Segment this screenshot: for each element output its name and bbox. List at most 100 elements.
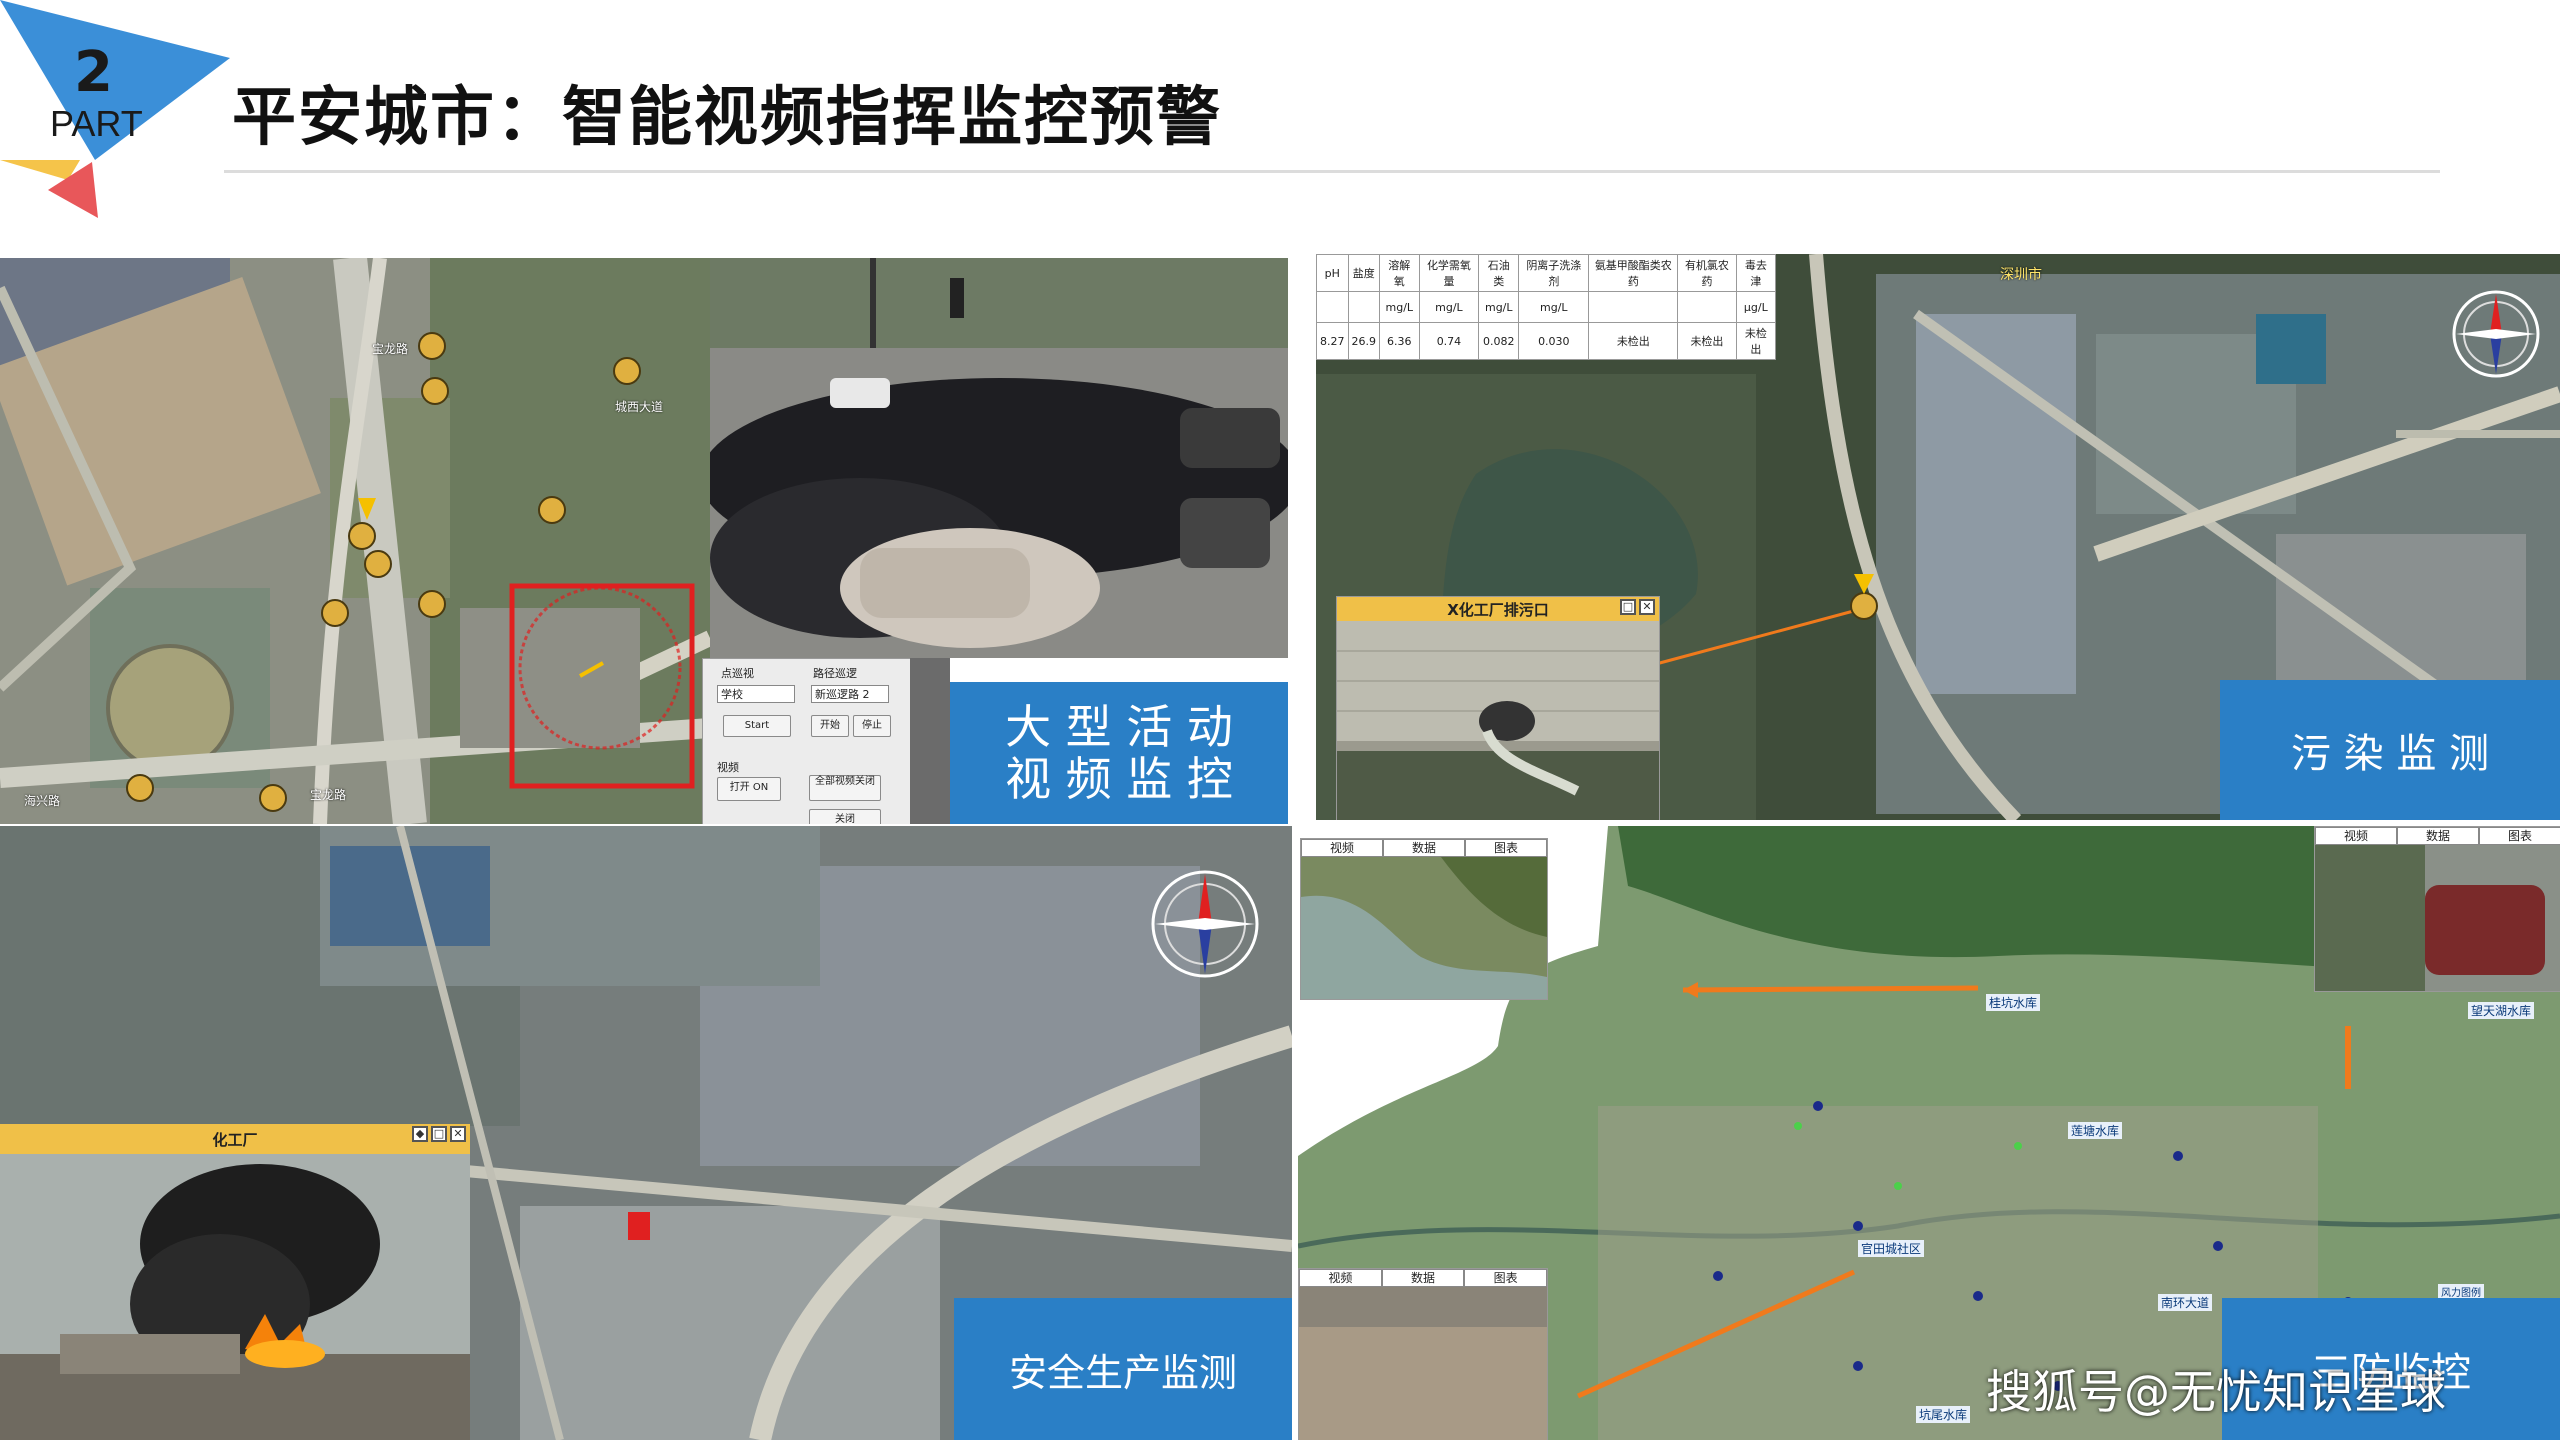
crowd-label-line2: 视 频 监 控 — [1005, 752, 1233, 806]
crowd-label-line1: 大 型 活 动 — [1005, 700, 1233, 754]
camera-pin-icon — [418, 332, 446, 360]
pollution-monitor-label: 污 染 监 测 — [2220, 680, 2560, 820]
crowd-monitor-label: 大 型 活 动 视 频 监 控 — [950, 682, 1288, 824]
tab-video[interactable]: 视频 — [2315, 827, 2397, 845]
camera-pin-icon — [418, 590, 446, 618]
camera-pin-icon — [421, 377, 449, 405]
maximize-icon[interactable]: □ — [431, 1126, 447, 1142]
outfall-video-feed — [1337, 621, 1659, 820]
safety-monitor-label: 安全生产监测 — [954, 1298, 1292, 1440]
path-select[interactable]: 新巡逻路 2 — [811, 685, 889, 703]
camera-pin-icon — [126, 774, 154, 802]
close-icon[interactable]: ✕ — [1639, 599, 1655, 615]
tab-data[interactable]: 数据 — [1381, 1269, 1465, 1287]
table-header: 盐度 — [1347, 254, 1380, 292]
popup-title-bar: 化工厂 ◆ □ ✕ — [0, 1124, 470, 1154]
table-cell: 6.36 — [1379, 322, 1420, 360]
table-cell: 0.082 — [1478, 322, 1520, 360]
compass-icon — [2452, 290, 2540, 378]
road-label: 宝龙路 — [310, 788, 347, 802]
table-unit — [1677, 291, 1737, 323]
table-cell: 0.74 — [1418, 322, 1480, 360]
table-header: 毒去津 — [1735, 254, 1777, 292]
camera-pin-icon — [364, 550, 392, 578]
table-cell: 未检出 — [1735, 322, 1777, 360]
place-label: 坑尾水库 — [1916, 1406, 1971, 1423]
video-label: 视频 — [717, 761, 739, 774]
water-quality-table: pH 盐度 溶解氧 化学需氧量 石油类 阴离子洗涤剂 氨基甲酸酯类农药 有机氯农… — [1316, 254, 1777, 360]
maximize-icon[interactable]: □ — [1620, 599, 1636, 615]
begin-button[interactable]: 开始 — [811, 715, 849, 737]
outfall-video-popup[interactable]: X化工厂排污口 □ ✕ — [1336, 596, 1660, 820]
school-field[interactable]: 学校 — [717, 685, 795, 703]
popup-title-bar: X化工厂排污口 □ ✕ — [1337, 597, 1659, 621]
reservoir-video-feed — [1301, 857, 1547, 999]
table-header: 溶解氧 — [1379, 254, 1420, 292]
title-divider — [224, 170, 2440, 173]
open-video-button[interactable]: 打开 ON — [717, 777, 781, 801]
minimize-icon[interactable]: ◆ — [412, 1126, 428, 1142]
table-cell: 8.27 — [1316, 322, 1349, 360]
table-unit: mg/L — [1478, 291, 1520, 323]
watermark: 搜狐号@无忧知识星球 — [1986, 1365, 2446, 1419]
tab-chart[interactable]: 图表 — [2479, 827, 2560, 845]
crowd-video-feed[interactable] — [710, 258, 1288, 658]
table-header: pH — [1316, 254, 1349, 292]
camera-pin-icon — [613, 357, 641, 385]
table-header: 阴离子洗涤剂 — [1518, 254, 1590, 292]
road-flood-video-popup[interactable]: 视频 数据 图表 — [2314, 826, 2560, 992]
start-button[interactable]: Start — [723, 715, 791, 737]
tab-data[interactable]: 数据 — [1383, 839, 1465, 857]
table-unit — [1588, 291, 1679, 323]
tab-video[interactable]: 视频 — [1299, 1269, 1382, 1287]
place-label: 望天湖水库 — [2468, 1002, 2535, 1019]
safety-monitor-panel: 化工厂 ◆ □ ✕ 安全生产监测 — [0, 826, 1292, 1440]
place-label: 南环大道 — [2158, 1294, 2213, 1311]
tab-video[interactable]: 视频 — [1301, 839, 1383, 857]
part-label: PART — [50, 103, 143, 144]
table-cell: 0.030 — [1518, 322, 1590, 360]
table-unit: mg/L — [1418, 291, 1480, 323]
table-unit: μg/L — [1735, 291, 1777, 323]
road-label: 城西大道 — [615, 400, 664, 414]
table-unit: mg/L — [1518, 291, 1590, 323]
close-icon[interactable]: ✕ — [450, 1126, 466, 1142]
close-button[interactable]: 关闭 — [809, 809, 881, 824]
path-patrol-label: 路径巡逻 — [813, 667, 857, 680]
table-unit — [1347, 291, 1380, 323]
tab-chart[interactable]: 图表 — [1465, 839, 1547, 857]
close-all-video-button[interactable]: 全部视频关闭 — [809, 775, 881, 801]
factory-fire-popup[interactable]: 化工厂 ◆ □ ✕ — [0, 1124, 470, 1440]
point-patrol-label: 点巡视 — [721, 667, 754, 680]
city-label: 深圳市 — [2000, 267, 2042, 283]
popup-title: 化工厂 — [212, 1130, 258, 1149]
flood-monitor-panel: 桂坑水库 望天湖水库 莲塘水库 官田城社区 南环大道 坑尾水库 视频 数据 图表… — [1298, 826, 2560, 1440]
road-flood-video-feed — [2315, 845, 2560, 991]
stop-button[interactable]: 停止 — [853, 715, 891, 737]
tab-data[interactable]: 数据 — [2397, 827, 2479, 845]
compass-icon — [1151, 870, 1259, 978]
table-cell: 未检出 — [1677, 322, 1737, 360]
street-flood-video-feed — [1299, 1287, 1547, 1440]
street-flood-video-popup[interactable]: 视频 数据 图表 — [1298, 1268, 1548, 1440]
camera-pin-icon — [348, 522, 376, 550]
camera-pin-icon — [321, 599, 349, 627]
factory-fire-video — [0, 1154, 470, 1440]
legend-label: 风力图例 — [2438, 1284, 2484, 1299]
tab-chart[interactable]: 图表 — [1464, 1269, 1547, 1287]
popup-title: X化工厂排污口 — [1447, 600, 1549, 619]
table-header: 氨基甲酸酯类农药 — [1588, 254, 1679, 292]
page-title: 平安城市：智能视频指挥监控预警 — [232, 81, 1222, 155]
table-header-row: pH 盐度 溶解氧 化学需氧量 石油类 阴离子洗涤剂 氨基甲酸酯类农药 有机氯农… — [1316, 254, 1777, 292]
badge-yellow-triangle — [0, 160, 80, 180]
place-label: 官田城社区 — [1858, 1240, 1925, 1257]
reservoir-video-popup[interactable]: 视频 数据 图表 — [1300, 838, 1548, 1000]
table-row: 8.27 26.9 6.36 0.74 0.082 0.030 未检出 未检出 … — [1316, 322, 1777, 360]
road-label: 宝龙路 — [372, 342, 409, 356]
table-unit-row: mg/L mg/L mg/L mg/L μg/L — [1316, 291, 1777, 323]
camera-pin-icon — [1850, 592, 1878, 620]
pollution-monitor-panel: 深圳市 pH 盐度 溶解氧 化学需氧量 石油类 阴离子洗涤剂 氨基甲酸酯类农药 … — [1316, 254, 2560, 820]
crowd-satellite-map[interactable] — [0, 258, 710, 824]
camera-pin-icon — [538, 496, 566, 524]
table-cell: 未检出 — [1588, 322, 1679, 360]
